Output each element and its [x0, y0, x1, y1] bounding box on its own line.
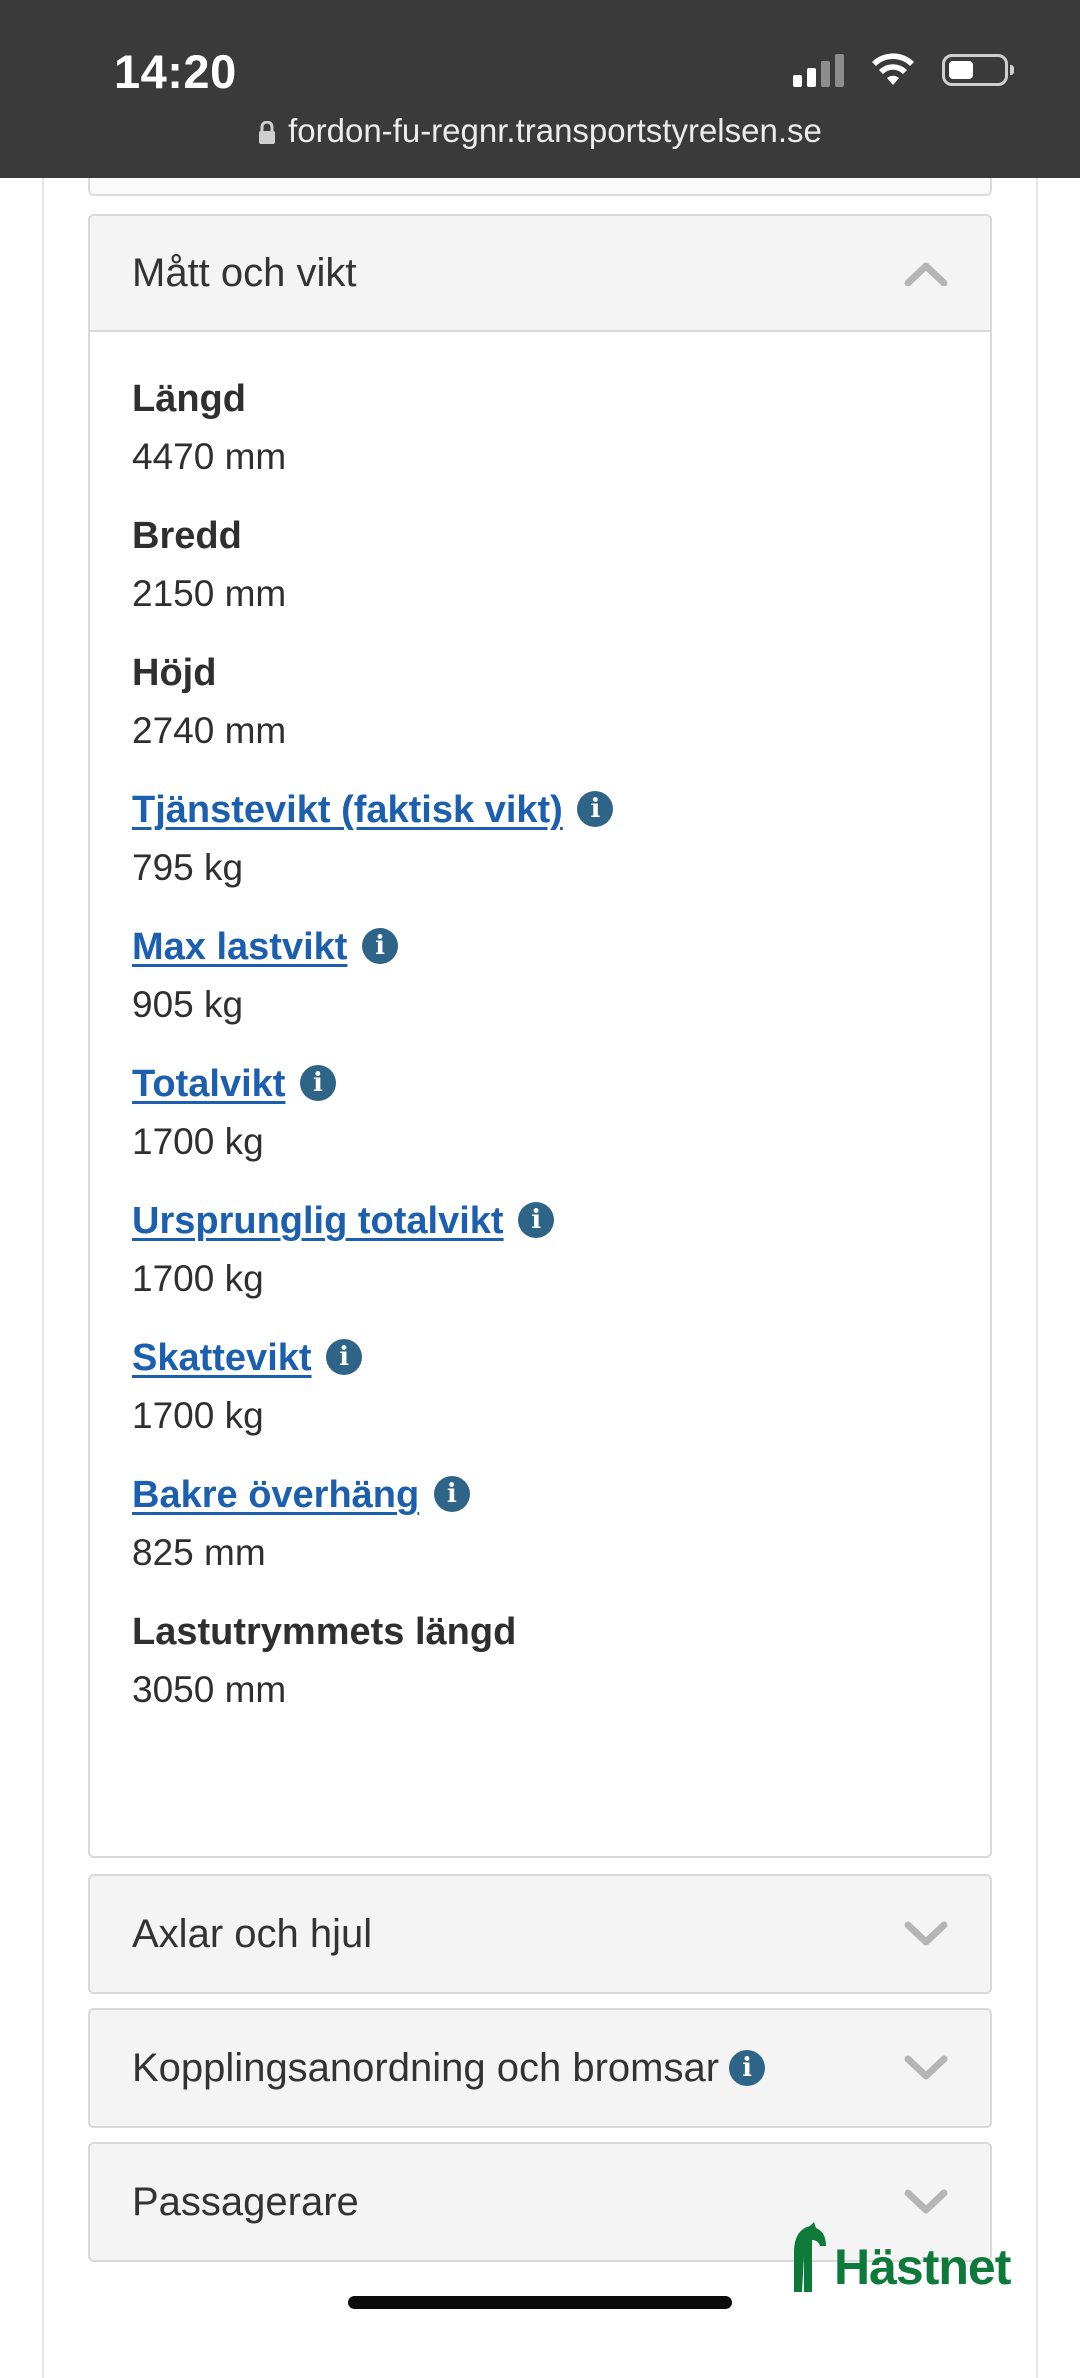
field-ursprunglig-totalvikt: Ursprunglig totalvikt i 1700 kg — [132, 1198, 948, 1302]
field-label: Längd — [132, 378, 246, 420]
info-icon[interactable]: i — [729, 2050, 766, 2086]
lock-icon — [259, 121, 276, 145]
info-icon[interactable]: i — [326, 1338, 363, 1375]
skattevikt-link[interactable]: Skattevikt — [132, 1337, 312, 1379]
field-langd: Längd 4470 mm — [132, 376, 948, 480]
field-hojd: Höjd 2740 mm — [132, 650, 948, 754]
field-max-lastvikt: Max lastvikt i 905 kg — [132, 924, 948, 1028]
info-icon[interactable]: i — [518, 1201, 555, 1238]
home-indicator[interactable] — [348, 2296, 732, 2309]
field-value: 795 kg — [132, 847, 244, 888]
logo-text: Hästnet — [834, 2239, 1011, 2295]
field-value: 825 mm — [132, 1532, 266, 1573]
panel-axlar-och-hjul: Axlar och hjul — [88, 1874, 992, 1994]
field-value: 905 kg — [132, 984, 244, 1025]
info-icon[interactable]: i — [362, 927, 399, 964]
panel-header-axlar-och-hjul[interactable]: Axlar och hjul — [90, 1876, 990, 1992]
chevron-down-icon — [904, 2055, 948, 2080]
status-icons — [793, 50, 1014, 90]
panel-header-kopplingsanordning[interactable]: Kopplingsanordning och bromsar i — [90, 2010, 990, 2126]
chevron-down-icon — [904, 1921, 948, 1946]
info-icon[interactable]: i — [577, 790, 614, 827]
totalvikt-link[interactable]: Totalvikt — [132, 1063, 285, 1105]
field-lastutrymmets-langd: Lastutrymmets längd 3050 mm — [132, 1609, 948, 1713]
info-icon[interactable]: i — [433, 1475, 470, 1512]
max-lastvikt-link[interactable]: Max lastvikt — [132, 926, 347, 968]
chevron-down-icon — [904, 2189, 948, 2214]
cellular-signal-icon — [793, 53, 844, 87]
panel-matt-och-vikt: Mått och vikt Längd 4470 mm Bredd 2150 m… — [88, 214, 992, 1858]
panel-header-matt-och-vikt[interactable]: Mått och vikt — [90, 216, 990, 332]
field-value: 4470 mm — [132, 436, 287, 477]
horse-logo-icon — [794, 2222, 826, 2292]
field-label: Lastutrymmets längd — [132, 1611, 517, 1653]
field-value: 1700 kg — [132, 1258, 264, 1299]
browser-top-bar: 14:20 fordon-fu-regnr.transportstyrelsen… — [0, 0, 1080, 178]
field-label: Höjd — [132, 652, 217, 694]
panel-kopplingsanordning: Kopplingsanordning och bromsar i — [88, 2008, 992, 2128]
panel-title: Mått och vikt — [132, 250, 357, 295]
battery-icon — [942, 54, 1014, 86]
url-text: fordon-fu-regnr.transportstyrelsen.se — [288, 112, 822, 149]
panel-title: Passagerare — [132, 2179, 359, 2224]
field-value: 1700 kg — [132, 1121, 264, 1162]
field-bredd: Bredd 2150 mm — [132, 513, 948, 617]
tjanstevikt-link[interactable]: Tjänstevikt (faktisk vikt) — [132, 789, 563, 831]
status-time: 14:20 — [114, 45, 237, 98]
chevron-up-icon — [904, 262, 948, 286]
panel-title: Axlar och hjul — [132, 1911, 373, 1956]
field-bakre-overhang: Bakre överhäng i 825 mm — [132, 1472, 948, 1576]
wifi-icon — [872, 53, 914, 85]
info-icon[interactable]: i — [300, 1064, 336, 1101]
panel-body-matt-och-vikt: Längd 4470 mm Bredd 2150 mm Höjd 2740 mm… — [90, 332, 990, 1713]
panel-title: Kopplingsanordning och bromsar — [132, 2045, 720, 2090]
field-totalvikt: Totalvikt i 1700 kg — [132, 1061, 948, 1165]
field-value: 2150 mm — [132, 573, 287, 614]
bakre-overhang-link[interactable]: Bakre överhäng — [132, 1474, 419, 1516]
ursprunglig-totalvikt-link[interactable]: Ursprunglig totalvikt — [132, 1200, 504, 1242]
hastnet-logo: Hästnet — [790, 2222, 1011, 2295]
field-value: 2740 mm — [132, 710, 287, 751]
url-bar[interactable]: fordon-fu-regnr.transportstyrelsen.se — [0, 112, 1080, 150]
field-label: Bredd — [132, 515, 242, 557]
field-value: 3050 mm — [132, 1669, 287, 1710]
field-value: 1700 kg — [132, 1395, 264, 1436]
field-skattevikt: Skattevikt i 1700 kg — [132, 1335, 948, 1439]
previous-panel-edge — [88, 178, 992, 196]
field-tjanstevikt: Tjänstevikt (faktisk vikt) i 795 kg — [132, 787, 948, 891]
